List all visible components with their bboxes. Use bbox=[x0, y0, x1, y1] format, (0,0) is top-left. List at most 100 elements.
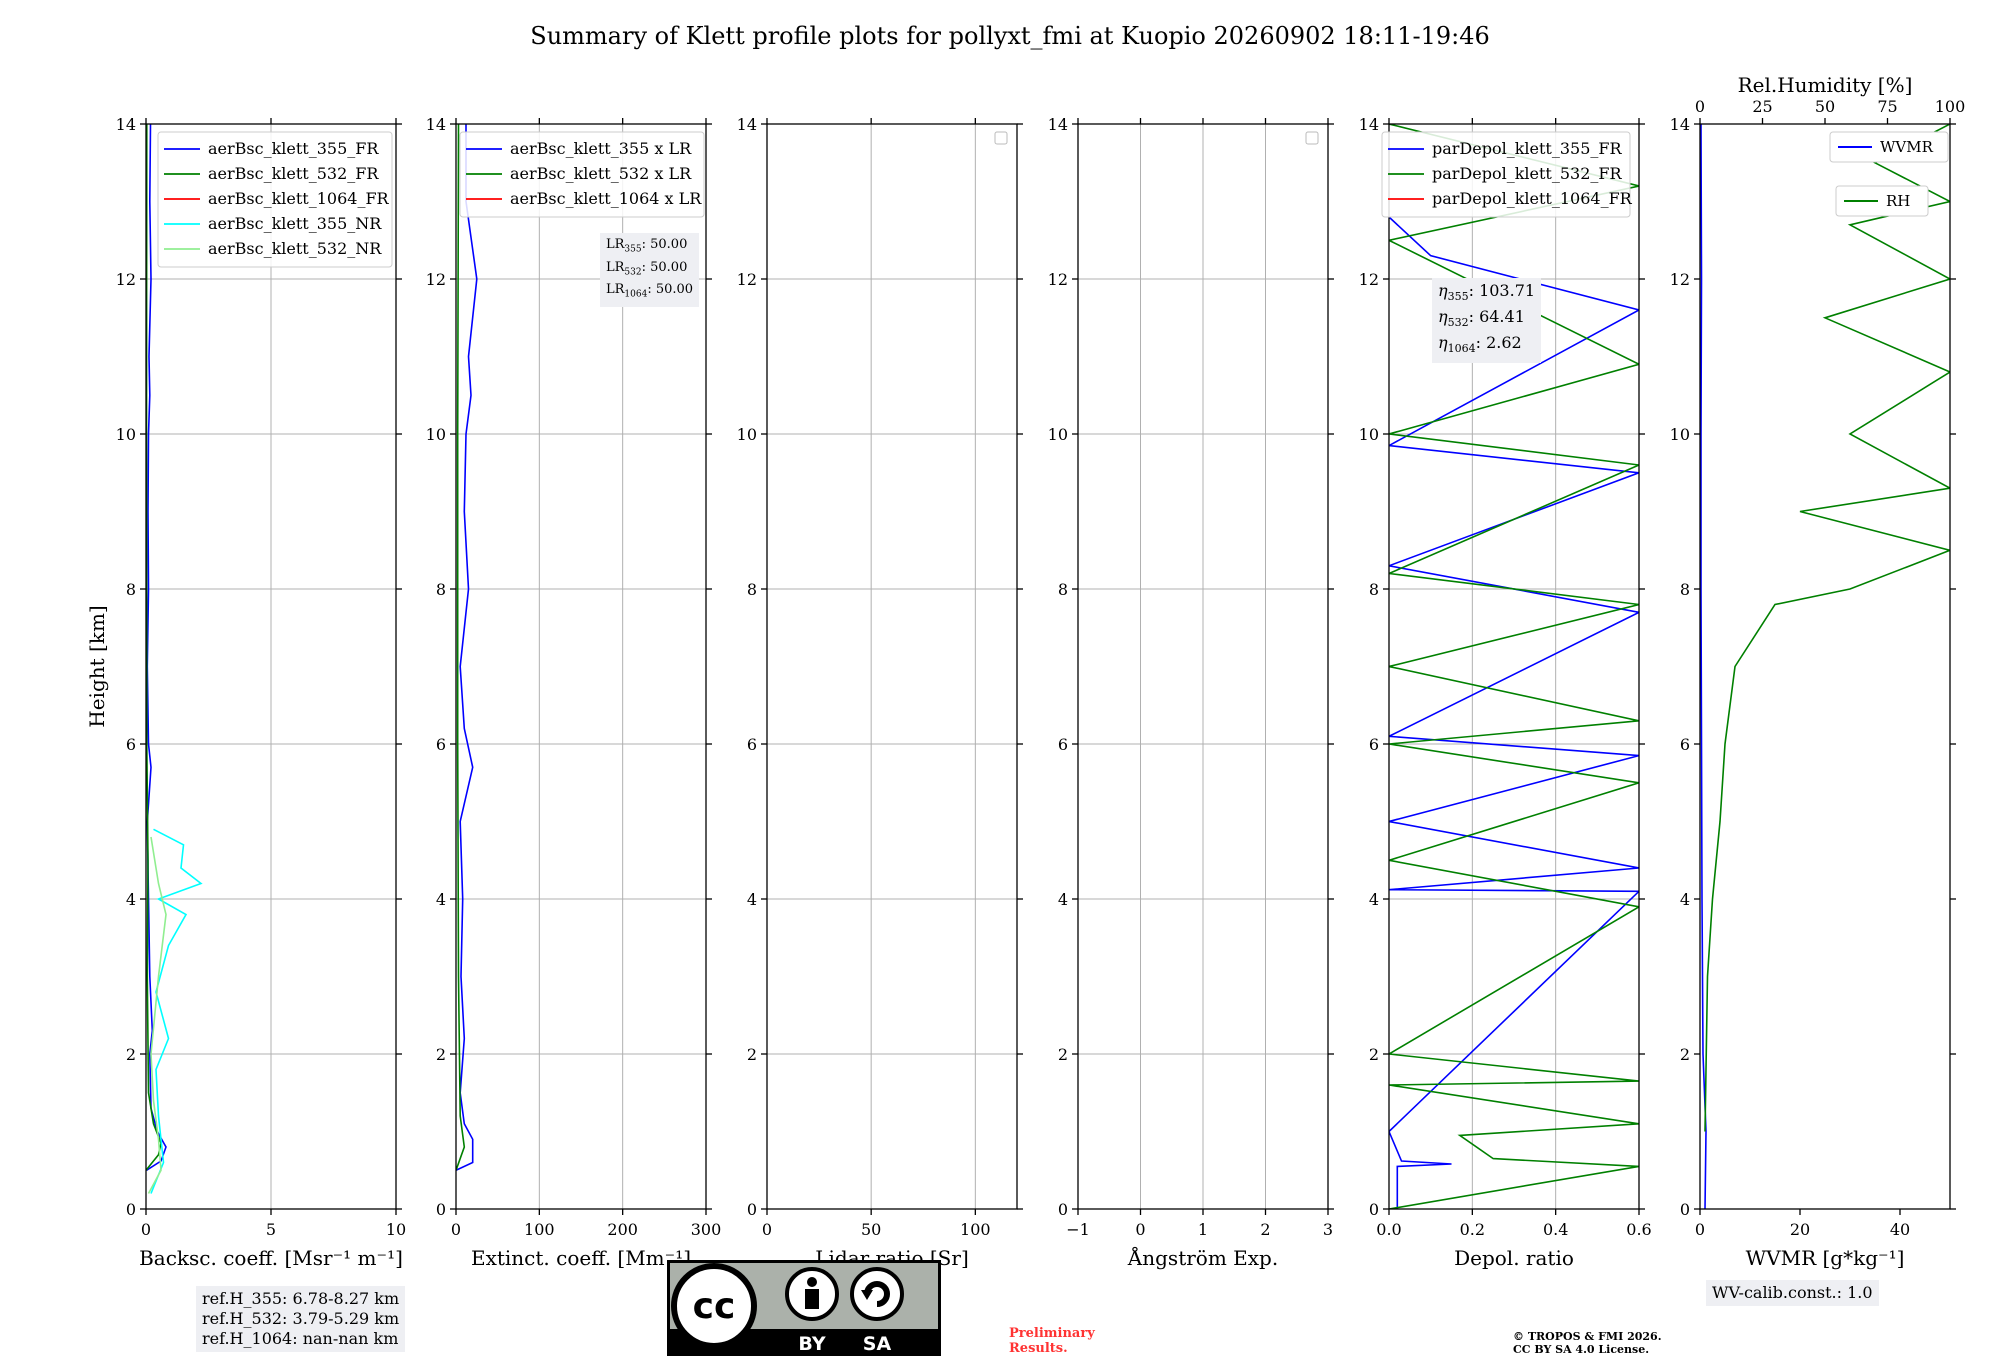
x-tick-label: 100 bbox=[960, 1220, 991, 1239]
series-group bbox=[456, 124, 478, 1172]
y-tick-label: 10 bbox=[1670, 425, 1690, 444]
cc-by-sa-logo: cc BY SA bbox=[667, 1260, 941, 1356]
legend-label: aerBsc_klett_532_FR bbox=[208, 164, 379, 183]
y-tick-label: 0 bbox=[126, 1200, 136, 1219]
lidar-ratio-annotation: LR355: 50.00 LR532: 50.00 LR1064: 50.00 bbox=[600, 233, 700, 307]
x-axis-label: Ångström Exp. bbox=[1127, 1245, 1278, 1270]
eta-1064: η1064: 2.62 bbox=[1438, 333, 1522, 356]
y-tick-label: 4 bbox=[747, 890, 757, 909]
x2-axis-label: Rel.Humidity [%] bbox=[1738, 73, 1913, 97]
y-tick-label: 2 bbox=[1369, 1045, 1379, 1064]
legend-RH: RH bbox=[1835, 185, 1929, 217]
y-tick-label: 14 bbox=[1359, 115, 1379, 134]
empty-legend bbox=[1305, 131, 1319, 145]
y-axis-label: Height [km] bbox=[85, 605, 109, 727]
reference-height-box: ref.H_355: 6.78-8.27 km ref.H_532: 3.79-… bbox=[196, 1286, 406, 1352]
y-tick-label: 4 bbox=[1058, 890, 1068, 909]
y-tick-label: 6 bbox=[436, 735, 446, 754]
y-tick-label: 8 bbox=[126, 580, 136, 599]
y-tick-label: 2 bbox=[126, 1045, 136, 1064]
panel-4: 02468101214−1 0 1 2 3Ångström Exp. bbox=[1048, 115, 1334, 1270]
x-tick-label: 10 bbox=[386, 1220, 406, 1239]
figure-title: Summary of Klett profile plots for polly… bbox=[530, 22, 1489, 50]
x-tick-label: 0.0 bbox=[1376, 1220, 1401, 1239]
ref-h-355: ref.H_355: 6.78-8.27 km bbox=[202, 1289, 400, 1308]
x-axis-label: WVMR [g*kg⁻¹] bbox=[1746, 1246, 1905, 1270]
y-tick-label: 14 bbox=[737, 115, 757, 134]
series-aerBsc-klett-355-FR bbox=[146, 124, 167, 1171]
x-tick-label: 0.2 bbox=[1460, 1220, 1485, 1239]
lr-1064: LR1064: 50.00 bbox=[606, 282, 694, 300]
y-tick-label: 12 bbox=[1670, 270, 1690, 289]
x-tick-label: 40 bbox=[1890, 1220, 1910, 1239]
y-tick-label: 10 bbox=[1048, 425, 1068, 444]
y-tick-label: 10 bbox=[737, 425, 757, 444]
y-tick-label: 4 bbox=[436, 890, 446, 909]
legend-WVMR: WVMR bbox=[1829, 131, 1949, 163]
x-tick-label: −1 bbox=[1066, 1220, 1090, 1239]
axes-frame bbox=[1699, 123, 1951, 1210]
preliminary-line-2: Results. bbox=[1009, 1341, 1068, 1356]
x-tick-label: 0 bbox=[1135, 1220, 1145, 1239]
y-tick-label: 12 bbox=[1359, 270, 1379, 289]
x-tick-label: 2 bbox=[1260, 1220, 1270, 1239]
x-axis-label: Extinct. coeff. [Mm⁻¹] bbox=[471, 1246, 691, 1270]
y-tick-label: 2 bbox=[747, 1045, 757, 1064]
y-tick-label: 14 bbox=[426, 115, 446, 134]
legend: aerBsc_klett_355_FR aerBsc_klett_532_FRae… bbox=[157, 131, 393, 268]
y-tick-label: 0 bbox=[747, 1200, 757, 1219]
legend-label: aerBsc_klett_355_FR bbox=[208, 139, 379, 158]
y-tick-label: 2 bbox=[1680, 1045, 1690, 1064]
y-tick-label: 6 bbox=[126, 735, 136, 754]
legend-label: aerBsc_klett_532 x LR bbox=[510, 164, 692, 183]
legend-label: aerBsc_klett_355_NR bbox=[208, 214, 382, 233]
x-tick-label: 0.4 bbox=[1543, 1220, 1568, 1239]
y-tick-label: 8 bbox=[436, 580, 446, 599]
y-tick-label: 12 bbox=[737, 270, 757, 289]
klett-summary-figure: Summary of Klett profile plots for polly… bbox=[85, 22, 1965, 1270]
y-tick-label: 6 bbox=[1369, 735, 1379, 754]
cc-sa-text: SA bbox=[863, 1333, 892, 1355]
legend-label: parDepol_klett_1064_FR bbox=[1432, 189, 1633, 208]
y-tick-label: 14 bbox=[1048, 115, 1068, 134]
eta-532: η532: 64.41 bbox=[1438, 307, 1525, 330]
x-tick-label: 100 bbox=[524, 1220, 555, 1239]
legend-label: parDepol_klett_532_FR bbox=[1432, 164, 1623, 183]
y-tick-label: 14 bbox=[116, 115, 136, 134]
x-tick-label: 50 bbox=[861, 1220, 881, 1239]
x2-tick-label: 75 bbox=[1877, 97, 1897, 116]
legend-label: aerBsc_klett_355 x LR bbox=[510, 139, 692, 158]
x2-tick-label: 50 bbox=[1815, 97, 1835, 116]
x-tick-label: 1 bbox=[1198, 1220, 1208, 1239]
y-tick-label: 2 bbox=[1058, 1045, 1068, 1064]
axes-frame bbox=[766, 123, 1018, 1210]
y-tick-label: 10 bbox=[1359, 425, 1379, 444]
legend-label: aerBsc_klett_1064_FR bbox=[208, 189, 390, 208]
x-axis-label: Depol. ratio bbox=[1454, 1246, 1574, 1270]
y-tick-label: 12 bbox=[1048, 270, 1068, 289]
legend-label: RH bbox=[1886, 192, 1910, 210]
y-tick-label: 8 bbox=[1058, 580, 1068, 599]
preliminary-line-1: Preliminary bbox=[1009, 1326, 1095, 1341]
ref-h-1064: ref.H_1064: nan-nan km bbox=[202, 1329, 399, 1348]
copyright-line-2: CC BY SA 4.0 License. bbox=[1513, 1343, 1650, 1356]
x-tick-label: 3 bbox=[1323, 1220, 1333, 1239]
series-group bbox=[1700, 124, 1950, 1209]
cc-logo-text: cc bbox=[693, 1286, 736, 1327]
y-tick-label: 8 bbox=[1680, 580, 1690, 599]
y-tick-label: 14 bbox=[1670, 115, 1690, 134]
x-tick-label: 0.6 bbox=[1626, 1220, 1651, 1239]
y-tick-label: 12 bbox=[116, 270, 136, 289]
y-tick-label: 4 bbox=[1680, 890, 1690, 909]
legend: parDepol_klett_355_FR parDepol_klett_532_… bbox=[1381, 131, 1633, 218]
legend: aerBsc_klett_355 x LR aerBsc_klett_532 x … bbox=[459, 131, 705, 218]
wv-calibration-box: WV-calib.const.: 1.0 bbox=[1706, 1280, 1879, 1306]
y-tick-label: 6 bbox=[1680, 735, 1690, 754]
series-group bbox=[146, 124, 203, 1194]
y-tick-label: 4 bbox=[126, 890, 136, 909]
x-tick-label: 20 bbox=[1790, 1220, 1810, 1239]
y-tick-label: 0 bbox=[436, 1200, 446, 1219]
y-tick-label: 4 bbox=[1369, 890, 1379, 909]
eta-annotation: η355: 103.71 η532: 64.41 η1064: 2.62 bbox=[1432, 278, 1542, 363]
x-tick-label: 5 bbox=[266, 1220, 276, 1239]
